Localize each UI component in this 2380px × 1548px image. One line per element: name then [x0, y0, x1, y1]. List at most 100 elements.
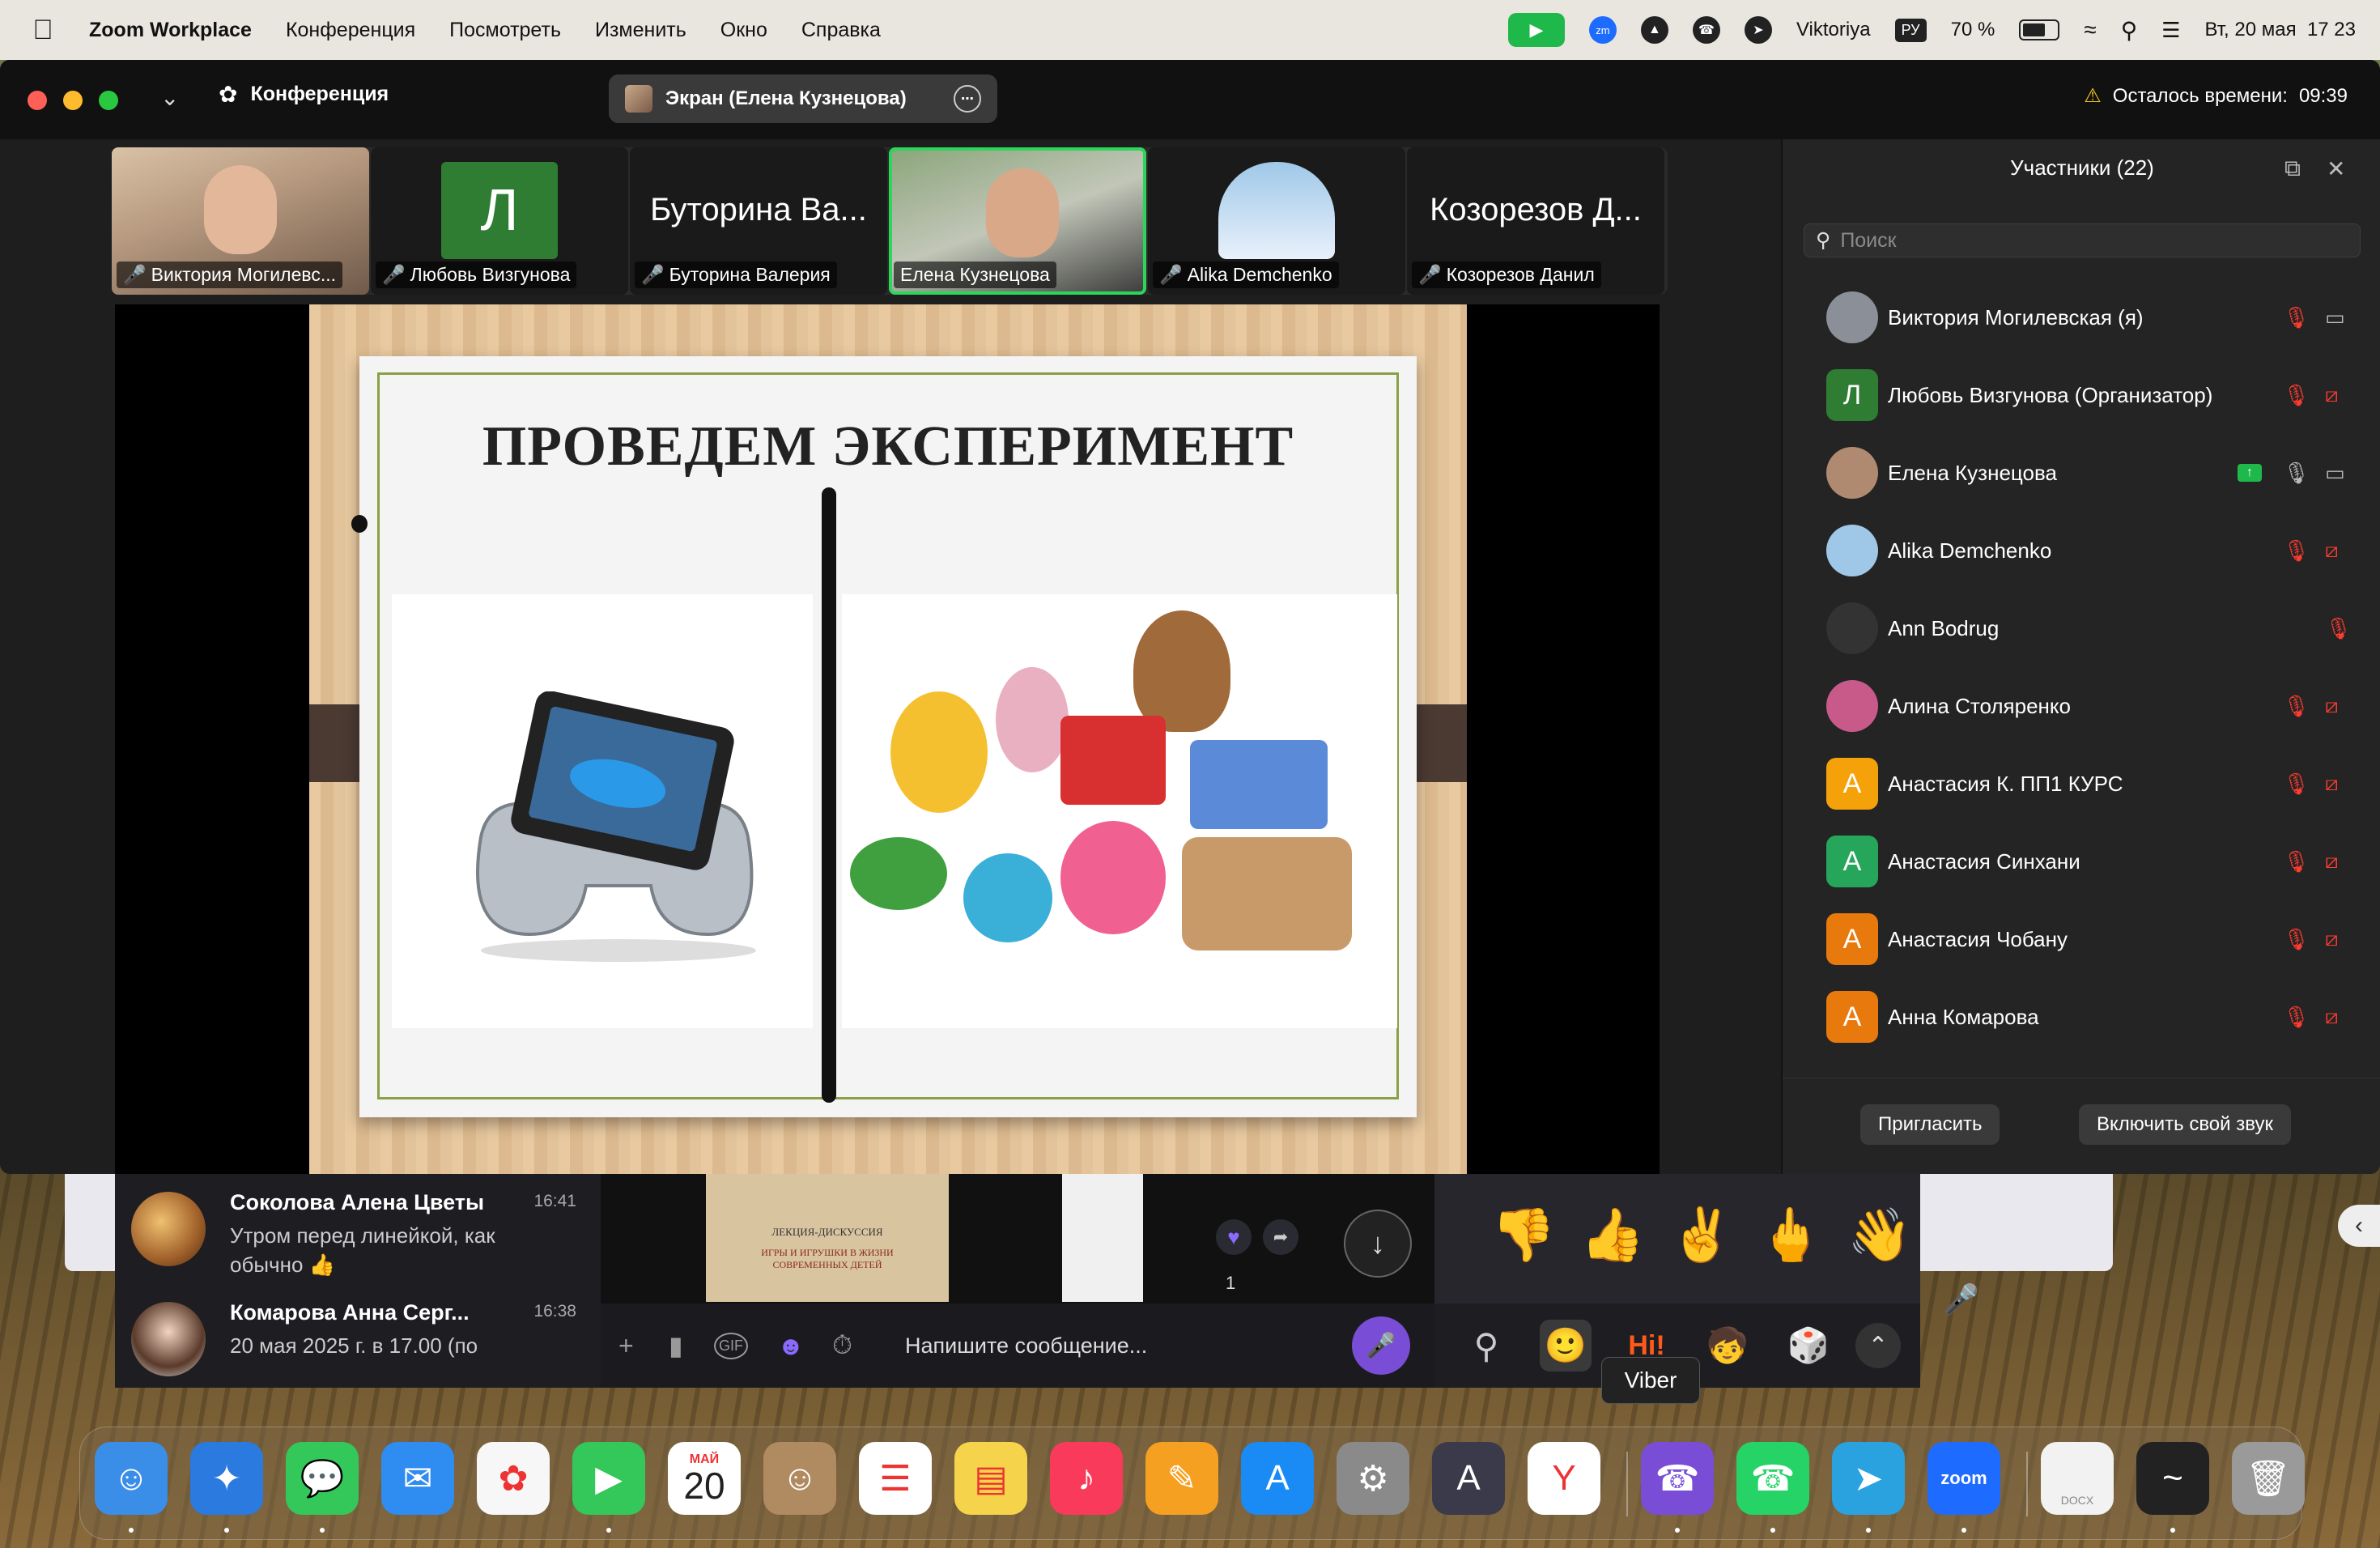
datetime[interactable]: Вт, 20 мая 17 23 [2205, 19, 2356, 41]
unmute-button[interactable]: Включить свой звук [2079, 1104, 2291, 1145]
sticker-thumbs-down[interactable]: 👎 [1491, 1205, 1556, 1265]
dice-sticker-icon[interactable]: 🎲 [1783, 1320, 1834, 1372]
battery-icon[interactable] [2019, 19, 2060, 40]
apple-icon[interactable]:  [31, 15, 55, 46]
shared-screen[interactable]: ПРОВЕДЕМ ЭКСПЕРИМЕНТ [115, 304, 1660, 1174]
invite-button[interactable]: Пригласить [1860, 1104, 2000, 1145]
reaction-heart-icon[interactable]: ♥ [1216, 1219, 1252, 1255]
camera-icon[interactable]: ▭ [2325, 461, 2345, 486]
viber-menu-icon[interactable]: ☎ [1692, 16, 1720, 44]
muted-mic-icon[interactable]: 🎙 [2283, 694, 2310, 719]
scroll-down-button[interactable]: ↓ [1344, 1210, 1412, 1278]
expand-up-icon[interactable]: ⌃ [1855, 1323, 1901, 1368]
muted-mic-icon[interactable]: 🎙 [2283, 772, 2310, 797]
dock-app-store-icon[interactable]: A [1241, 1442, 1314, 1515]
participant-search[interactable]: ⚲ Поиск [1804, 223, 2361, 257]
timer-icon[interactable]: ⏱ [832, 1330, 852, 1361]
mic-icon[interactable]: 🎙 [2283, 461, 2310, 486]
dock-notes-icon[interactable]: ▤ [954, 1442, 1027, 1515]
dock-trash-icon[interactable]: 🗑 [2232, 1442, 2305, 1515]
camera-off-icon[interactable]: ⧄ [2325, 771, 2339, 797]
sticker-finger[interactable]: 🖕 [1758, 1205, 1823, 1265]
screen-share-indicator[interactable]: Экран (Елена Кузнецова) ⋯ [609, 74, 997, 123]
control-center-icon[interactable]: ☰ [2161, 18, 2180, 43]
add-icon[interactable]: + [618, 1331, 634, 1361]
video-tile[interactable]: Козорезов Д... 🎤 Козорезов Данил [1407, 147, 1664, 295]
camera-off-icon[interactable]: ⧄ [2325, 1004, 2339, 1030]
participant-row[interactable]: Виктория Могилевская (я) 🎙 ▭ [1783, 279, 2380, 356]
menu-view[interactable]: Посмотреть [449, 19, 561, 42]
muted-mic-icon[interactable]: 🎙 [2325, 616, 2352, 641]
video-tile[interactable]: 🎤 Виктория Могилевс... [112, 147, 369, 295]
muted-mic-icon[interactable]: 🎙 [2283, 1005, 2310, 1030]
search-icon[interactable]: ⚲ [1460, 1320, 1512, 1372]
video-tile-active-speaker[interactable]: Елена Кузнецова [889, 147, 1146, 295]
participant-row[interactable]: Ann Bodrug 🎙 [1783, 589, 2380, 667]
camera-icon[interactable]: ▭ [2325, 305, 2345, 330]
dock-facetime-icon[interactable]: ▶ [572, 1442, 645, 1515]
dock-contacts-icon[interactable]: ☺ [763, 1442, 836, 1515]
dock-calendar-icon[interactable]: МАЙ 20 [668, 1442, 741, 1515]
audio-bars-icon[interactable]: ▮ [669, 1330, 683, 1361]
instruments-menu-icon[interactable]: ▲ [1640, 16, 1668, 44]
emoji-tab-icon[interactable]: 🙂 [1540, 1320, 1592, 1372]
more-options-icon[interactable]: ⋯ [954, 85, 981, 113]
participant-row[interactable]: Л Любовь Визгунова (Организатор) 🎙 ⧄ [1783, 356, 2380, 434]
user-name[interactable]: Viktoriya [1796, 19, 1871, 41]
character-sticker-icon[interactable]: 🧒 [1702, 1320, 1753, 1372]
participant-row[interactable]: Алина Столяренко 🎙 ⧄ [1783, 667, 2380, 745]
camera-off-icon[interactable]: ⧄ [2325, 926, 2339, 952]
dock-system-settings-icon[interactable]: ⚙ [1337, 1442, 1409, 1515]
muted-mic-icon[interactable]: 🎙 [2283, 538, 2310, 563]
dock-activity-monitor-icon[interactable]: ~ [2136, 1442, 2209, 1515]
muted-mic-icon[interactable]: 🎙 [2283, 927, 2310, 952]
sticker-wave[interactable]: 👋 [1847, 1205, 1912, 1265]
wifi-icon[interactable]: ≈ [2084, 17, 2096, 43]
dock-safari-icon[interactable]: ✦ [190, 1442, 263, 1515]
camera-off-icon[interactable]: ⧄ [2325, 382, 2339, 408]
muted-mic-icon[interactable]: 🎙 [2283, 383, 2310, 408]
zoom-menu-icon[interactable]: zm [1588, 16, 1617, 44]
telegram-menu-icon[interactable]: ➤ [1744, 16, 1772, 44]
menu-edit[interactable]: Изменить [595, 19, 686, 42]
sticker-thumbs-up[interactable]: 👍 [1580, 1205, 1645, 1265]
menu-window[interactable]: Окно [720, 19, 767, 42]
menu-help[interactable]: Справка [801, 19, 881, 42]
shared-screenshot-thumbnail[interactable] [1062, 1172, 1143, 1302]
dock-finder-icon[interactable]: ☺ [95, 1442, 168, 1515]
participant-row[interactable]: А Анна Комарова 🎙 ⧄ [1783, 978, 2380, 1056]
dock-telegram-icon[interactable]: ➤ [1832, 1442, 1905, 1515]
minimize-window-button[interactable] [63, 91, 83, 110]
participant-row[interactable]: А Анастасия К. ПП1 КУРС 🎙 ⧄ [1783, 745, 2380, 823]
dock-reminders-icon[interactable]: ☰ [859, 1442, 932, 1515]
shared-image-thumbnail[interactable]: ЛЕКЦИЯ-ДИСКУССИЯ ИГРЫ И ИГРУШКИ В ЖИЗНИ … [706, 1172, 949, 1302]
dock-messages-icon[interactable]: 💬 [286, 1442, 359, 1515]
camera-status-icon[interactable]: ▶ [1507, 13, 1565, 47]
meeting-title[interactable]: ✿ Конференция [219, 81, 389, 108]
menu-conference[interactable]: Конференция [286, 19, 415, 42]
chat-item[interactable]: Комарова Анна Серг... 16:38 20 мая 2025 … [131, 1291, 584, 1388]
fullscreen-window-button[interactable] [99, 91, 118, 110]
participant-row[interactable]: Елена Кузнецова ↑ 🎙 ▭ [1783, 434, 2380, 512]
video-tile[interactable]: Л 🎤 Любовь Визгунова [371, 147, 628, 295]
microphone-icon[interactable]: 🎤 [1943, 1282, 1979, 1316]
sticker-victory[interactable]: ✌️ [1669, 1205, 1734, 1265]
gif-icon[interactable]: GIF [714, 1332, 748, 1359]
camera-off-icon[interactable]: ⧄ [2325, 848, 2339, 874]
dock-zoom-icon[interactable]: zoom [1927, 1442, 2000, 1515]
camera-off-icon[interactable]: ⧄ [2325, 693, 2339, 719]
chevron-left-icon[interactable]: ‹ [2338, 1205, 2380, 1247]
video-tile[interactable]: Буторина Ва... 🎤 Буторина Валерия [630, 147, 887, 295]
input-source-badge[interactable]: РУ [1894, 18, 1927, 42]
close-icon[interactable]: ✕ [2327, 155, 2345, 182]
participant-row[interactable]: А Анастасия Синхани 🎙 ⧄ [1783, 823, 2380, 900]
dock-instruments-icon[interactable]: A [1432, 1442, 1505, 1515]
dock-pages-icon[interactable]: ✎ [1145, 1442, 1218, 1515]
dock-whatsapp-icon[interactable]: ☎ [1736, 1442, 1809, 1515]
dock-mail-icon[interactable]: ✉ [381, 1442, 454, 1515]
dock-photos-icon[interactable]: ✿ [477, 1442, 550, 1515]
participant-row[interactable]: Alika Demchenko 🎙 ⧄ [1783, 512, 2380, 589]
share-icon[interactable]: ➦ [1263, 1219, 1298, 1255]
menu-app-name[interactable]: Zoom Workplace [89, 19, 252, 42]
pop-out-icon[interactable]: ⧉ [2284, 155, 2301, 182]
